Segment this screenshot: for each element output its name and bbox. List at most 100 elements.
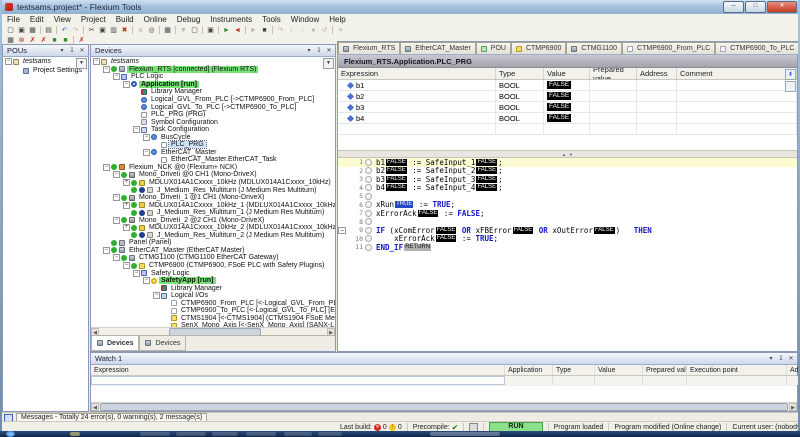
- expression-cell[interactable]: b2: [338, 91, 496, 101]
- tree-item[interactable]: −Mono_DriveIi_1 @1 CH1 (Mono-DriveX): [91, 194, 335, 202]
- tree-item[interactable]: Library Manager: [91, 284, 335, 292]
- tree-item[interactable]: −Application [run]: [91, 81, 335, 89]
- code-line[interactable]: 7xErrorAckFALSE := FALSE;: [338, 209, 797, 218]
- menu-debug[interactable]: Debug: [172, 15, 206, 24]
- expand-toggle-icon[interactable]: −: [93, 58, 100, 65]
- variable-row[interactable]: b1BOOLFALSE: [338, 80, 797, 91]
- monitor-icon[interactable]: ▣: [205, 26, 216, 35]
- breakpoint-slot-icon[interactable]: [365, 235, 372, 242]
- tree-item[interactable]: PLC_PRG (PRG): [91, 111, 335, 119]
- editor-tab-flexium_rts[interactable]: Flexium_RTS: [338, 42, 400, 54]
- menu-edit[interactable]: Edit: [25, 15, 49, 24]
- tree-item[interactable]: Logical_GVL_From_PLC [->CTMP6900_From_PL…: [91, 96, 335, 104]
- expand-toggle-icon[interactable]: +: [123, 224, 130, 231]
- new-icon[interactable]: ▢: [5, 26, 16, 35]
- start-orb-icon[interactable]: [6, 431, 15, 437]
- tree-item[interactable]: PLC_PRG: [91, 141, 335, 149]
- find-icon[interactable]: ○: [135, 26, 146, 35]
- step-out-icon[interactable]: ↑: [297, 26, 308, 35]
- tree-item[interactable]: EtherCAT_Master.EtherCAT_Task: [91, 156, 335, 164]
- code-line[interactable]: 6xRunTRUE := TRUE;: [338, 201, 797, 210]
- watch-column-header[interactable]: Execution point: [687, 365, 787, 375]
- variable-row[interactable]: b4BOOLFALSE: [338, 113, 797, 124]
- tree-item[interactable]: −Mono_DriveIi @0 CH1 (Mono-DriveX): [91, 171, 335, 179]
- tree-item[interactable]: −Logical I/Os: [91, 292, 335, 300]
- watch-column-header[interactable]: Prepared value: [643, 365, 687, 375]
- close-icon[interactable]: ✕: [78, 47, 86, 54]
- expression-cell[interactable]: b3: [338, 102, 496, 112]
- taskbar-button[interactable]: [212, 432, 238, 436]
- declaration-view-toggle-button[interactable]: ▮: [785, 69, 796, 80]
- watch-horizontal-scrollbar[interactable]: ◀ ▶: [91, 402, 797, 411]
- tree-item[interactable]: Panel (Panel): [91, 239, 335, 247]
- prepared-value-cell[interactable]: [590, 102, 637, 112]
- expand-toggle-icon[interactable]: −: [133, 270, 140, 277]
- tree-item[interactable]: −EtherCAT_Master: [91, 149, 335, 157]
- panel-menu-icon[interactable]: ▾: [305, 47, 313, 54]
- variable-row[interactable]: b3BOOLFALSE: [338, 102, 797, 113]
- print-icon[interactable]: ▤: [43, 26, 54, 35]
- expand-toggle-icon[interactable]: −: [143, 149, 150, 156]
- expression-cell[interactable]: b4: [338, 113, 496, 123]
- start-icon[interactable]: ►: [248, 26, 259, 35]
- column-header[interactable]: Prepared value: [590, 68, 637, 79]
- title-bar[interactable]: testsams.project* - Flexium Tools ─ □ ✕: [0, 0, 800, 15]
- tree-item[interactable]: −testsams: [91, 58, 335, 66]
- menu-build[interactable]: Build: [111, 15, 139, 24]
- breakpoint-slot-icon[interactable]: [365, 218, 372, 225]
- column-header[interactable]: Expression: [338, 68, 496, 79]
- variable-row[interactable]: b2BOOLFALSE: [338, 91, 797, 102]
- tree-item[interactable]: −Flexium_NCK @0 (Flexium+ NCK): [91, 164, 335, 172]
- close-icon[interactable]: ✕: [787, 355, 795, 362]
- scroll-left-icon[interactable]: ◀: [91, 403, 99, 411]
- expand-toggle-icon[interactable]: −: [103, 164, 110, 171]
- login-icon[interactable]: ►: [221, 26, 232, 35]
- step-into-icon[interactable]: ↓: [286, 26, 297, 35]
- breakpoint-slot-icon[interactable]: [365, 184, 372, 191]
- editor-tab-ctmp6900_from_plc[interactable]: CTMP6900_From_PLC: [622, 42, 715, 54]
- prepared-value-cell[interactable]: [590, 91, 637, 101]
- expand-toggle-icon[interactable]: −: [113, 73, 120, 80]
- breakpoint-slot-icon[interactable]: [365, 210, 372, 217]
- breakpoint-slot-icon[interactable]: [365, 193, 372, 200]
- maximize-button[interactable]: □: [745, 1, 766, 13]
- tree-item[interactable]: −Task Configuration: [91, 126, 335, 134]
- code-line[interactable]: 10 xErrorAckFALSE := TRUE;: [338, 235, 797, 244]
- expand-toggle-icon[interactable]: −: [113, 171, 120, 178]
- taskbar-button[interactable]: [284, 432, 312, 436]
- tree-item[interactable]: J_Medium_Res_Multiturn_2 (J Medium Res M…: [91, 232, 335, 240]
- tree-item[interactable]: −BusCycle: [91, 133, 335, 141]
- watch-cell[interactable]: [91, 376, 505, 385]
- taskbar-button[interactable]: [246, 432, 276, 436]
- splitter-down-icon[interactable]: ▼: [569, 152, 573, 157]
- prepared-value-cell[interactable]: [590, 113, 637, 123]
- window-icon[interactable]: ▦: [162, 26, 173, 35]
- expression-cell[interactable]: b1: [338, 80, 496, 90]
- code-line[interactable]: 11END_IFRETURN: [338, 243, 797, 252]
- expand-toggle-icon[interactable]: −: [123, 262, 130, 269]
- column-header[interactable]: Address: [637, 68, 677, 79]
- tree-item[interactable]: J_Medium_Res_Multiturn_1 (J Medium Res M…: [91, 209, 335, 217]
- save-icon[interactable]: ▦: [27, 26, 38, 35]
- tree-item[interactable]: Symbol Configuration: [91, 118, 335, 126]
- paste-icon[interactable]: ▥: [108, 26, 119, 35]
- breakpoint-slot-icon[interactable]: [365, 167, 372, 174]
- pin-icon[interactable]: ↧: [68, 47, 76, 54]
- expand-toggle-icon[interactable]: +: [123, 202, 130, 209]
- taskbar-button[interactable]: [176, 432, 206, 436]
- breakpoint-slot-icon[interactable]: [365, 159, 372, 166]
- logout-icon[interactable]: ◄: [232, 26, 243, 35]
- code-line[interactable]: 5: [338, 192, 797, 201]
- chevron-down-icon[interactable]: ▼: [323, 58, 334, 69]
- tree-item[interactable]: Library Manager: [91, 88, 335, 96]
- code-editor[interactable]: 1b1FALSE := SafeInput_1FALSE;2b2FALSE :=…: [338, 158, 797, 350]
- watch-column-header[interactable]: Application: [505, 365, 553, 375]
- tree-item[interactable]: −SafetyApp [run]: [91, 277, 335, 285]
- breakpoint-slot-icon[interactable]: [365, 227, 372, 234]
- menu-project[interactable]: Project: [76, 15, 111, 24]
- menu-instruments[interactable]: Instruments: [205, 15, 257, 24]
- expand-toggle-icon[interactable]: −: [113, 217, 120, 224]
- undo-icon[interactable]: ↶: [59, 26, 70, 35]
- tree-item[interactable]: +MDLUX014A1Cxxxx_10kHz_1 (MDLUX014A1Cxxx…: [91, 201, 335, 209]
- code-line[interactable]: 4b4FALSE := SafeInput_4FALSE;: [338, 184, 797, 193]
